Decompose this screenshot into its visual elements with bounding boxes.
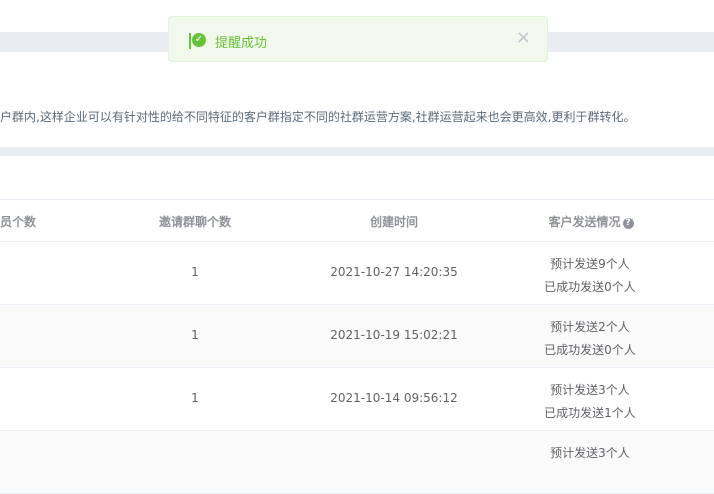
- group-count: 1: [191, 265, 199, 279]
- toast-message: 提醒成功: [215, 36, 268, 51]
- success-check-icon: ✓: [192, 33, 206, 47]
- close-icon[interactable]: ×: [516, 29, 531, 47]
- description-text: 户群内,这样企业可以有针对性的给不同特征的客户群指定不同的社群运营方案,社群运营…: [0, 110, 636, 124]
- send-status: 预计发送3个人: [520, 442, 660, 465]
- send-status: 预计发送3个人 已成功发送1个人: [520, 379, 660, 425]
- planned-send: 预计发送3个人: [550, 383, 630, 397]
- header-send-status-label: 客户发送情况: [548, 215, 621, 229]
- created-time: 2021-10-19 15:02:21: [330, 328, 458, 342]
- created-time: 2021-10-27 14:20:35: [330, 265, 458, 279]
- table-header: 员个数 邀请群聊个数 创建时间 客户发送情况?: [0, 199, 714, 242]
- planned-send: 预计发送2个人: [550, 320, 630, 334]
- success-send: 已成功发送0个人: [544, 343, 636, 357]
- planned-send: 预计发送3个人: [550, 446, 630, 460]
- success-send: 已成功发送1个人: [544, 406, 636, 420]
- section-divider: [0, 147, 714, 156]
- data-table: 员个数 邀请群聊个数 创建时间 客户发送情况? 1 2021-10-27 14:…: [0, 199, 714, 494]
- toast-accent-bar: [189, 33, 191, 49]
- table-row: 1 2021-10-27 14:20:35 预计发送9个人 已成功发送0个人: [0, 242, 714, 305]
- header-created: 创建时间: [369, 215, 418, 229]
- send-status: 预计发送9个人 已成功发送0个人: [520, 253, 660, 299]
- created-time: 2021-10-14 09:56:12: [330, 391, 458, 405]
- question-icon[interactable]: ?: [622, 218, 634, 229]
- table-row: 预计发送3个人: [0, 431, 714, 494]
- planned-send: 预计发送9个人: [550, 257, 630, 271]
- success-toast: ✓ 提醒成功 ×: [168, 16, 548, 62]
- send-status: 预计发送2个人 已成功发送0个人: [520, 316, 660, 362]
- table-row: 1 2021-10-19 15:02:21 预计发送2个人 已成功发送0个人: [0, 305, 714, 368]
- header-send-status: 客户发送情况?: [546, 213, 636, 230]
- header-members: 员个数: [0, 215, 37, 229]
- header-groups: 邀请群聊个数: [158, 215, 231, 229]
- group-count: 1: [191, 391, 199, 405]
- group-count: 1: [191, 328, 199, 342]
- success-send: 已成功发送0个人: [544, 280, 636, 294]
- table-row: 1 2021-10-14 09:56:12 预计发送3个人 已成功发送1个人: [0, 368, 714, 431]
